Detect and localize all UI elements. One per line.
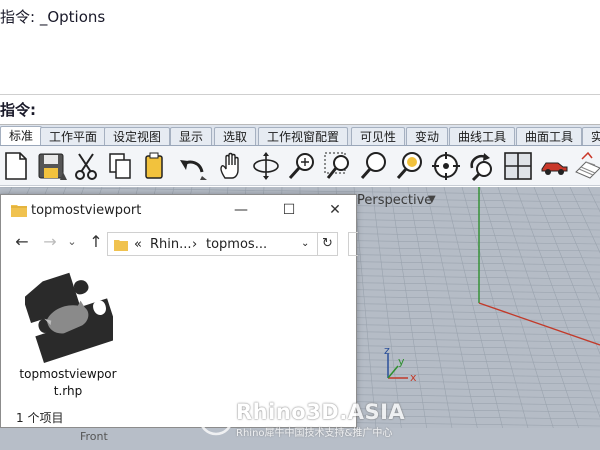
copy-icon[interactable]: [104, 150, 136, 182]
zoom-extents-icon[interactable]: [358, 150, 390, 182]
viewport-title[interactable]: Perspective: [357, 193, 432, 208]
command-prompt-label: 指令:: [0, 101, 36, 119]
save-icon[interactable]: [36, 150, 68, 182]
status-bar-item-count: 1 个项目: [16, 411, 64, 425]
grid-line: [569, 187, 600, 254]
command-prompt[interactable]: 指令:: [0, 95, 600, 125]
axis-tripod: z y x: [378, 342, 418, 384]
address-separator: ›: [192, 237, 198, 252]
zoom-selected-icon[interactable]: [394, 150, 426, 182]
address-overflow-chevron[interactable]: «: [134, 237, 142, 252]
grid-line: [533, 187, 600, 355]
file-name-label: topmostviewport.rhp: [19, 367, 117, 398]
navigation-bar: ← → ⌄ ↑ « Rhin... › topmos... ⌄ ↻: [1, 229, 356, 257]
minimize-button[interactable]: —: [231, 201, 251, 219]
command-history: 指令: _Options: [0, 0, 600, 95]
paste-icon[interactable]: [138, 150, 170, 182]
file-explorer-window[interactable]: topmostviewport — ☐ ✕ ← → ⌄ ↑ « Rhin... …: [0, 194, 358, 428]
tab-surface-tools[interactable]: 曲面工具: [516, 127, 583, 145]
up-arrow-icon[interactable]: ↑: [87, 233, 105, 251]
tab-curve-tools[interactable]: 曲线工具: [449, 127, 516, 145]
toolbar-tab-bar: 标准 工作平面 设定视图 显示 选取 工作视窗配置 可见性 变动 曲线工具 曲面…: [0, 125, 600, 146]
window-title: topmostviewport: [31, 203, 142, 218]
close-button[interactable]: ✕: [325, 201, 345, 219]
search-box[interactable]: [348, 232, 358, 256]
tab-transform[interactable]: 变动: [406, 127, 449, 145]
tab-display[interactable]: 显示: [170, 127, 213, 145]
address-segment-topmost[interactable]: topmos...: [206, 237, 267, 252]
four-viewports-icon[interactable]: [502, 150, 534, 182]
tab-select[interactable]: 选取: [214, 127, 257, 145]
axis-y-label: y: [398, 355, 405, 368]
address-segment-rhino[interactable]: Rhin...: [150, 237, 192, 252]
folder-icon: [11, 205, 27, 217]
command-history-line: 指令: _Options: [0, 8, 106, 26]
grid-line: [515, 187, 600, 418]
refresh-icon[interactable]: ↻: [317, 233, 337, 255]
back-arrow-icon[interactable]: ←: [13, 233, 31, 251]
rotate-view-icon[interactable]: [250, 150, 282, 182]
tab-visibility[interactable]: 可见性: [351, 127, 406, 145]
watermark-main-text: Rhino3D.ASIA: [236, 400, 406, 424]
grid-line: [551, 187, 600, 301]
cut-icon[interactable]: [70, 150, 102, 182]
tab-solid-tools[interactable]: 实: [582, 127, 600, 145]
pan-hand-icon[interactable]: [214, 150, 246, 182]
axis-x-label: x: [410, 371, 417, 384]
maximize-button[interactable]: ☐: [279, 201, 299, 219]
rhino3d-asia-watermark: Rhino3D.ASIA Rhino犀牛中国技术支持&推广中心: [198, 398, 428, 442]
standard-toolbar: [0, 146, 600, 186]
tab-viewport-layout[interactable]: 工作视窗配置: [258, 127, 349, 145]
zoom-window-icon[interactable]: [322, 150, 354, 182]
address-bar[interactable]: « Rhin... › topmos... ⌄ ↻: [107, 232, 338, 256]
viewport-menu-caret-icon[interactable]: ▼: [428, 194, 436, 205]
watermark-sub-text: Rhino犀牛中国技术支持&推广中心: [236, 428, 393, 439]
target-icon[interactable]: [430, 150, 462, 182]
rotate-camera-icon[interactable]: [466, 150, 498, 182]
command-input[interactable]: [40, 99, 590, 119]
car-render-icon[interactable]: [538, 150, 570, 182]
zoom-icon[interactable]: [286, 150, 318, 182]
undo-icon[interactable]: [176, 150, 208, 182]
file-item[interactable]: topmostviewport.rhp: [19, 271, 117, 403]
axis-z-label: z: [384, 344, 390, 357]
tab-set-view[interactable]: 设定视图: [104, 127, 171, 145]
rhino-logo-icon: [198, 400, 234, 436]
address-dropdown-icon[interactable]: ⌄: [301, 238, 309, 249]
rhino-plugin-puzzle-icon: [25, 272, 113, 363]
recent-locations-chevron-icon[interactable]: ⌄: [63, 233, 81, 251]
new-file-icon[interactable]: [0, 150, 32, 182]
address-folder-icon: [114, 240, 128, 251]
tab-cplanes[interactable]: 工作平面: [40, 127, 107, 145]
tab-standard[interactable]: 标准: [0, 126, 43, 145]
grid-display-icon[interactable]: [572, 150, 600, 182]
grid-line: [587, 187, 600, 213]
forward-arrow-icon[interactable]: →: [41, 233, 59, 251]
front-viewport-tab[interactable]: Front: [80, 430, 108, 443]
